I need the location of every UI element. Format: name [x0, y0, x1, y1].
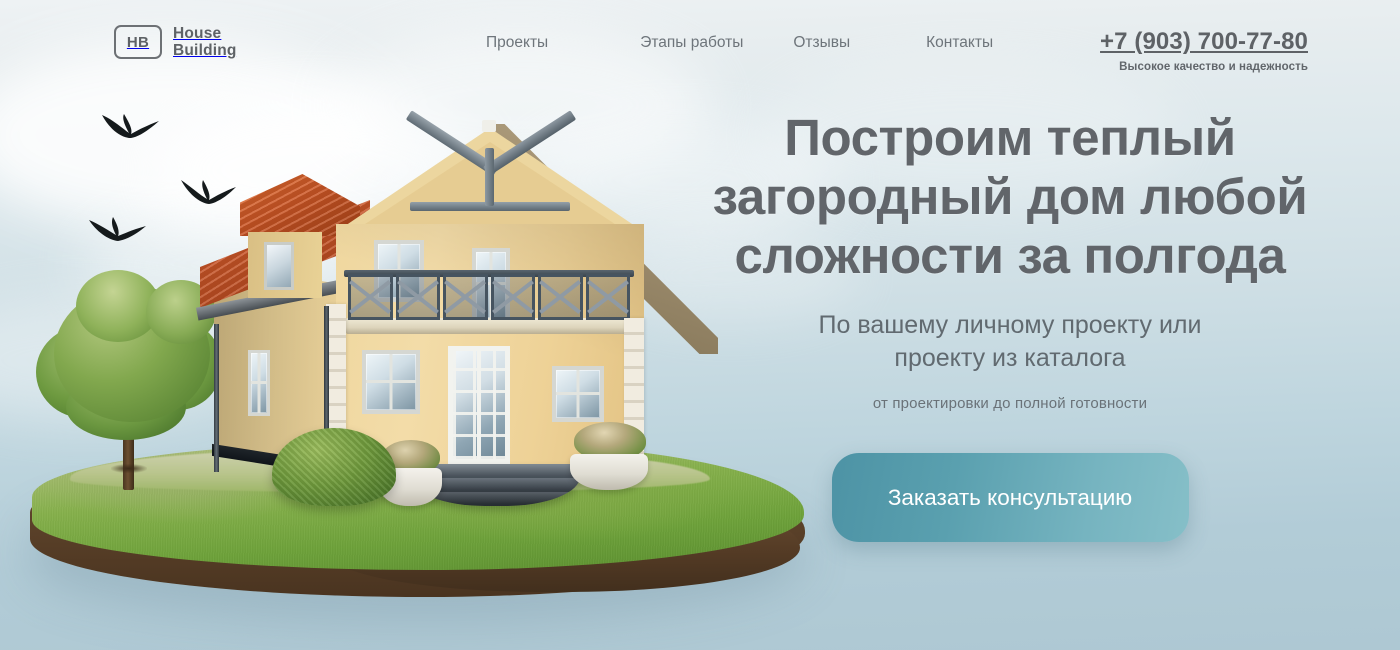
window-lower-right: [552, 366, 604, 422]
bird-silhouette-icon: [88, 216, 148, 246]
gable-truss-post: [485, 148, 494, 206]
phone-number[interactable]: +7 (903) 700-77-80: [1100, 28, 1308, 55]
dormer-window: [264, 242, 294, 290]
header-slogan: Высокое качество и надежность: [1119, 61, 1308, 73]
hero-subheading: По вашему личному проекту или проекту из…: [680, 309, 1340, 375]
hero-copy: Построим теплый загородный дом любой сло…: [680, 108, 1340, 542]
balcony-railing: [348, 274, 630, 320]
subhead-line-1: По вашему личному проекту или: [818, 311, 1202, 339]
nav-item-contacts[interactable]: Контакты: [926, 34, 993, 52]
french-door: [448, 346, 510, 464]
rail-x-panel: [585, 274, 630, 320]
subhead-line-2: проекту из каталога: [894, 344, 1126, 372]
window-side: [248, 350, 270, 416]
rail-x-panel: [443, 274, 488, 320]
hero-page: HB House Building Проекты Этапы работы О…: [0, 0, 1400, 650]
rail-x-panel: [490, 274, 535, 320]
headline-line-2: загородный дом любой: [712, 168, 1308, 225]
header-contact-block: +7 (903) 700-77-80 Высокое качество и на…: [1100, 28, 1308, 73]
drain-pipe: [214, 324, 219, 472]
site-header: HB House Building Проекты Этапы работы О…: [0, 0, 1400, 92]
nav-item-projects[interactable]: Проекты: [486, 34, 548, 52]
main-nav: Проекты Этапы работы Отзывы Контакты: [486, 34, 993, 52]
rail-x-panel: [395, 274, 440, 320]
page-title: Построим теплый загородный дом любой сло…: [680, 108, 1340, 285]
door-muntin-grid: [453, 351, 505, 459]
bird-silhouette-icon: [100, 112, 162, 146]
nav-item-stages[interactable]: Этапы работы: [640, 34, 743, 52]
headline-line-3: сложности за полгода: [734, 227, 1286, 284]
request-consultation-button[interactable]: Заказать консультацию: [831, 453, 1189, 542]
balcony-slab: [346, 318, 632, 334]
logo-line-1: House: [173, 25, 222, 42]
headline-line-1: Построим теплый: [784, 109, 1236, 166]
nav-item-reviews[interactable]: Отзывы: [793, 34, 850, 52]
logo-line-2: Building: [173, 42, 237, 59]
rail-x-panel: [538, 274, 583, 320]
logo[interactable]: HB House Building: [114, 25, 237, 59]
logo-text: House Building: [173, 25, 237, 59]
logo-badge-icon: HB: [114, 25, 162, 59]
planter-pot: [570, 454, 648, 490]
house-illustration: [195, 110, 718, 506]
hero-tertiary-text: от проектировки до полной готовности: [872, 395, 1148, 412]
window-lower-left: [362, 350, 420, 414]
rail-x-panel: [348, 274, 393, 320]
roof-ridge-cap: [482, 120, 496, 132]
